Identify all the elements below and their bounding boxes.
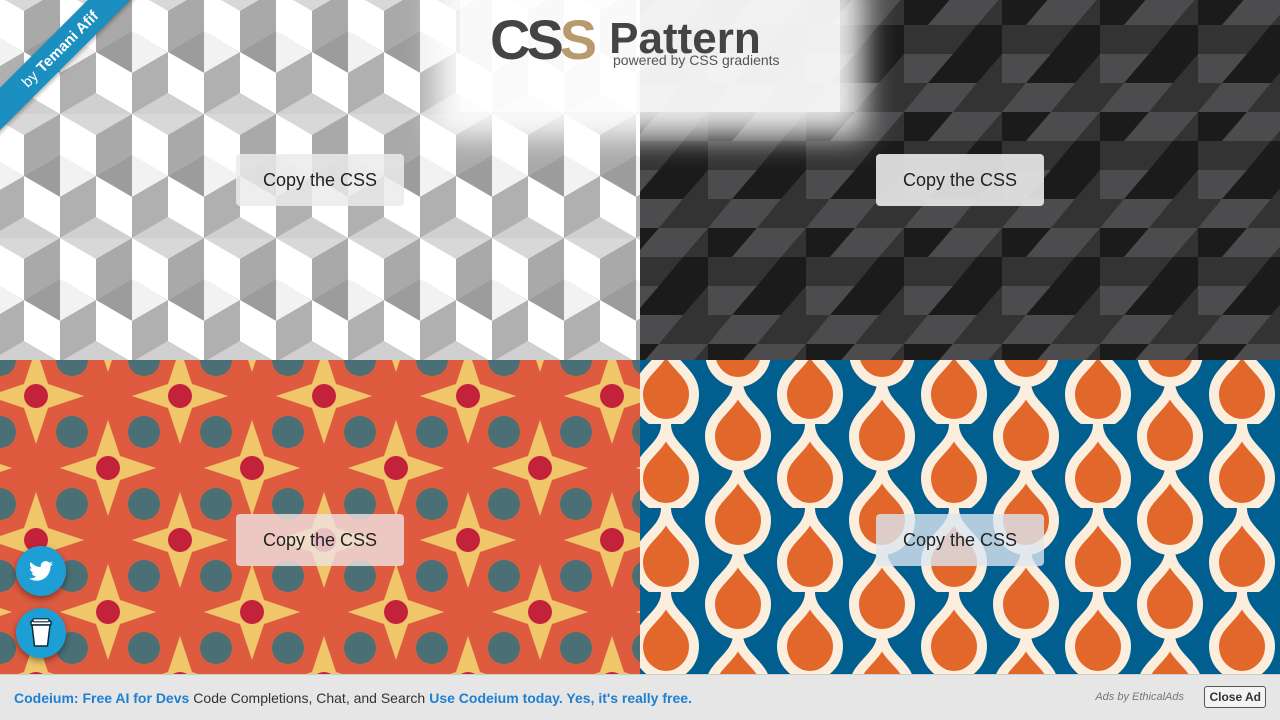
coffee-cup-icon <box>30 618 52 647</box>
logo-css-accent: S <box>559 7 598 71</box>
logo-tagline: powered by CSS gradients <box>613 52 780 68</box>
ad-attribution[interactable]: Ads by EthicalAds <box>1095 691 1184 703</box>
pattern-tile-waves: Copy the CSS <box>640 360 1280 674</box>
copy-css-button-4[interactable]: Copy the CSS <box>876 514 1044 566</box>
twitter-icon <box>29 561 53 581</box>
logo-css-text: CS <box>490 7 564 71</box>
close-ad-button[interactable]: Close Ad <box>1204 686 1266 708</box>
pattern-tile-stars: Copy the CSS <box>0 360 640 674</box>
ad-text: Code Completions, Chat, and Search <box>193 689 426 706</box>
copy-css-button-2[interactable]: Copy the CSS <box>876 154 1044 206</box>
twitter-share-button[interactable] <box>16 546 66 596</box>
ad-brand-link[interactable]: Codeium: Free AI for Devs <box>14 690 189 706</box>
ribbon-prefix: by <box>18 67 42 91</box>
buy-coffee-button[interactable] <box>16 608 66 658</box>
ad-cta-link[interactable]: Use Codeium today. Yes, it's really free… <box>429 690 692 706</box>
copy-css-button-3[interactable]: Copy the CSS <box>236 514 404 566</box>
ad-bar: Codeium: Free AI for Devs Code Completio… <box>0 674 1280 720</box>
copy-css-button-1[interactable]: Copy the CSS <box>236 154 404 206</box>
